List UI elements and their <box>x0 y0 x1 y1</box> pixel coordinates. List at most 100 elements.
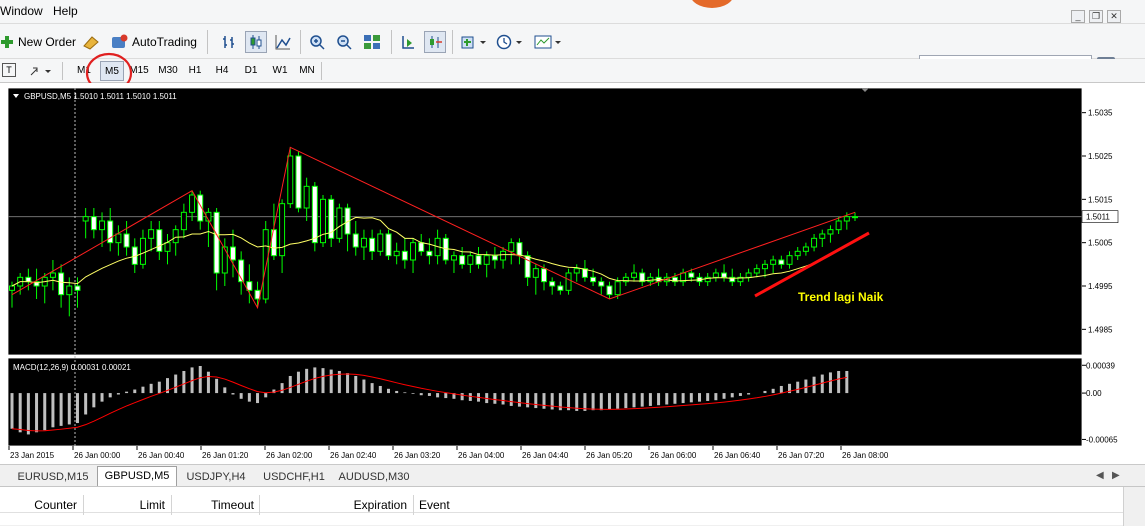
candle-body <box>156 229 163 252</box>
zoom-out-button[interactable] <box>333 31 355 53</box>
chart-shift-button[interactable] <box>397 31 419 53</box>
chart-tab-audusd-m30[interactable]: AUDUSD,M30 <box>334 468 414 486</box>
autotrading-label: AutoTrading <box>132 35 197 49</box>
candle-body <box>287 155 294 205</box>
chart-window[interactable]: 1.5035 1.5025 1.5015 1.5005 1.4995 1.4985 1.50… <box>0 83 1145 464</box>
tab-scroll-right-icon[interactable]: ▶ <box>1112 470 1120 481</box>
restore-icon[interactable]: ❐ <box>1089 10 1103 23</box>
column-separator <box>171 495 172 515</box>
candle-body <box>189 194 196 213</box>
candle-body <box>516 242 523 257</box>
price-axis-label: 1.5035 <box>1088 109 1113 118</box>
candle-body <box>148 229 155 239</box>
price-chart-svg[interactable]: 1.5035 1.5025 1.5015 1.5005 1.4995 1.4985 1.50… <box>0 83 1145 464</box>
column-counter[interactable]: Counter <box>0 496 77 514</box>
column-header-bar <box>0 493 1123 513</box>
candlestick-chart-button[interactable] <box>245 31 267 53</box>
macd-axis-label: -0.00065 <box>1086 435 1118 444</box>
time-axis-label: 26 Jan 06:00 <box>650 451 697 460</box>
candle-body <box>377 233 384 252</box>
toolbar-separator <box>300 30 301 54</box>
timeframe-h4-button[interactable]: H4 <box>212 61 232 81</box>
minimize-icon[interactable]: _ <box>1071 10 1085 23</box>
candle-body <box>90 216 97 231</box>
candle-body <box>614 281 621 296</box>
column-separator <box>413 495 414 515</box>
auto-scroll-button[interactable] <box>424 31 446 53</box>
column-event[interactable]: Event <box>419 496 450 514</box>
candle-body <box>295 155 302 209</box>
candle-body <box>82 216 89 222</box>
chart-shift-icon <box>402 36 414 49</box>
candle-body <box>688 272 695 278</box>
clock-icon <box>496 34 522 50</box>
timeframe-m30-button[interactable]: M30 <box>156 61 180 81</box>
toolbar-separator <box>62 62 63 80</box>
indicators-icon <box>461 36 486 49</box>
candle-body <box>393 250 400 257</box>
macd-axis-label: 0.00039 <box>1086 361 1115 370</box>
current-price-label: 1.5011 <box>1086 213 1110 222</box>
arrows-tool-icon[interactable] <box>28 63 54 79</box>
candle-body <box>491 255 498 261</box>
autotrading-button[interactable]: AutoTrading <box>110 31 197 53</box>
time-axis-label: 26 Jan 04:40 <box>522 451 569 460</box>
price-panel[interactable] <box>8 88 1082 355</box>
text-tool-icon[interactable]: T <box>2 63 16 77</box>
bar-chart-icon <box>223 36 234 48</box>
candlestick-icon <box>250 35 262 49</box>
candle-body <box>303 185 310 209</box>
column-timeout[interactable]: Timeout <box>174 496 254 514</box>
chart-tab-usdjpy-h4[interactable]: USDJPY,H4 <box>178 468 254 486</box>
terminal-panel: Counter Limit Timeout Expiration Event <box>0 486 1145 526</box>
timeframe-w1-button[interactable]: W1 <box>269 61 291 81</box>
candle-body <box>745 272 752 278</box>
candle-body <box>721 272 728 278</box>
toolbar-separator <box>452 30 453 54</box>
tile-windows-button[interactable] <box>361 31 383 53</box>
new-order-button[interactable]: New Order <box>0 31 76 53</box>
price-axis-label: 1.5005 <box>1088 239 1113 248</box>
candle-body <box>778 259 785 265</box>
menu-window[interactable]: Window <box>0 4 43 18</box>
notification-badge <box>690 0 734 8</box>
tile-windows-icon <box>364 35 380 49</box>
metaeditor-button[interactable] <box>82 31 100 53</box>
candle-body <box>794 250 801 257</box>
close-icon[interactable]: ✕ <box>1107 10 1121 23</box>
candle-body <box>827 229 834 235</box>
zoom-in-icon <box>310 35 325 50</box>
toolbar-separator <box>207 30 208 54</box>
templates-button[interactable] <box>532 31 564 53</box>
candle-body <box>426 250 433 257</box>
timeframe-toolbar: T M1 M5 M15 M30 H1 H4 D1 W1 MN <box>0 59 1145 83</box>
candle-body <box>320 198 327 244</box>
candle-body <box>753 268 760 274</box>
candle-body <box>549 281 556 287</box>
chart-tab-eurusd-m15[interactable]: EURUSD,M15 <box>10 468 96 486</box>
menu-help[interactable]: Help <box>53 4 78 18</box>
periodicity-button[interactable] <box>494 31 526 53</box>
candle-body <box>786 255 793 265</box>
candle-body <box>311 185 318 244</box>
panel-scrollbar[interactable] <box>1123 487 1145 526</box>
timeframe-mn-button[interactable]: MN <box>296 61 318 81</box>
column-limit[interactable]: Limit <box>85 496 165 514</box>
tab-scroll-left-icon[interactable]: ◀ <box>1096 470 1104 481</box>
candle-body <box>180 211 187 231</box>
chart-tab-gbpusd-m5[interactable]: GBPUSD,M5 <box>97 466 177 487</box>
bar-chart-button[interactable] <box>218 31 240 53</box>
price-axis-label: 1.4995 <box>1088 282 1113 291</box>
zoom-in-button[interactable] <box>306 31 328 53</box>
timeframe-h1-button[interactable]: H1 <box>185 61 205 81</box>
indicators-button[interactable] <box>458 31 490 53</box>
line-chart-button[interactable] <box>272 31 294 53</box>
candle-body <box>336 207 343 239</box>
trend-annotation-text: Trend lagi Naik <box>798 290 884 304</box>
candle-body <box>557 285 564 291</box>
column-expiration[interactable]: Expiration <box>327 496 407 514</box>
timeframe-d1-button[interactable]: D1 <box>241 61 261 81</box>
line-chart-icon <box>275 35 291 50</box>
chart-tab-usdchf-h1[interactable]: USDCHF,H1 <box>255 468 333 486</box>
candle-body <box>58 272 65 296</box>
